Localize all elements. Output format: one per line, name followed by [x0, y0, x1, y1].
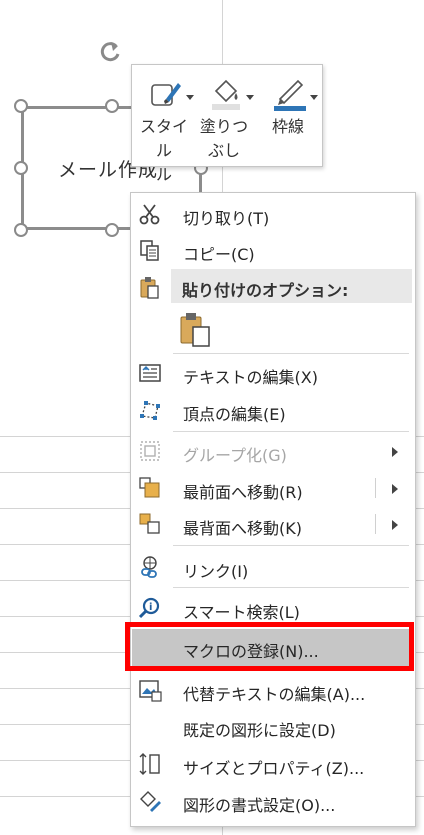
menu-item-group[interactable]: グループ化(G)	[132, 433, 414, 470]
menu-item-label: 既定の図形に設定(D)	[183, 721, 336, 740]
bring-to-front-icon	[139, 477, 160, 498]
alt-text-icon	[139, 680, 162, 702]
menu-item-alt-text[interactable]: 代替テキストの編集(A)...	[132, 672, 414, 709]
outline-button[interactable]: 枠線	[260, 71, 318, 163]
menu-item-format-shape[interactable]: 図形の書式設定(O)...	[132, 783, 414, 820]
svg-text:i: i	[149, 602, 152, 613]
menu-separator	[173, 353, 409, 354]
edit-points-icon	[140, 401, 160, 420]
group-icon	[140, 441, 160, 461]
submenu-arrow-icon[interactable]	[392, 484, 398, 494]
menu-item-label: 頂点の編集(E)	[183, 405, 286, 424]
menu-item-edit-points[interactable]: 頂点の編集(E)	[132, 392, 414, 429]
menu-separator	[173, 587, 409, 588]
link-icon	[141, 556, 157, 578]
pen-outline-icon	[274, 79, 306, 111]
clipboard-icon	[140, 277, 159, 299]
menu-separator	[173, 545, 409, 546]
split-divider	[375, 478, 376, 498]
menu-item-copy[interactable]: コピー(C)	[132, 232, 414, 269]
highlight-annotation	[125, 622, 414, 671]
menu-item-label: 切り取り(T)	[183, 209, 270, 228]
menu-item-cut[interactable]: 切り取り(T)	[132, 196, 414, 233]
outline-label: 枠線	[271, 117, 304, 136]
scissors-icon	[139, 204, 160, 225]
fill-button[interactable]: 塗りつ ぶし	[196, 71, 254, 163]
resize-handle-left[interactable]	[14, 161, 28, 175]
menu-item-label: サイズとプロパティ(Z)...	[183, 759, 365, 778]
context-menu: 切り取り(T) コピー(C) 貼り付けのオプション: テキストの編集(X) 頂点…	[130, 192, 416, 827]
menu-item-label: 図形の書式設定(O)...	[183, 796, 336, 815]
menu-item-send-to-back[interactable]: 最背面へ移動(K)	[132, 506, 414, 543]
menu-separator	[173, 431, 409, 432]
format-shape-icon	[140, 791, 161, 812]
paste-options-section: 貼り付けのオプション:	[171, 269, 412, 303]
split-divider	[375, 514, 376, 534]
menu-item-link[interactable]: リンク(I)	[132, 549, 414, 586]
submenu-arrow-icon	[392, 447, 398, 457]
resize-handle-bottom-left[interactable]	[14, 223, 28, 237]
menu-item-edit-text[interactable]: テキストの編集(X)	[132, 355, 414, 392]
shape-style-button[interactable]: スタイル ル	[136, 71, 194, 184]
shape-style-icon	[151, 83, 181, 106]
resize-handle-bottom[interactable]	[105, 223, 119, 237]
smart-lookup-icon: i	[138, 597, 160, 619]
menu-item-set-default-shape[interactable]: 既定の図形に設定(D)	[132, 708, 414, 745]
menu-item-label: 最前面へ移動(R)	[183, 483, 303, 502]
menu-item-label: スマート検索(L)	[183, 603, 300, 622]
copy-icon	[140, 240, 159, 261]
shape-style-label: スタイル ル	[139, 117, 188, 184]
paste-option-icon[interactable]	[179, 311, 215, 347]
menu-item-label: コピー(C)	[183, 245, 255, 264]
edit-text-icon	[139, 364, 161, 382]
resize-handle-top-left[interactable]	[14, 99, 28, 113]
chevron-down-icon	[310, 95, 318, 100]
paint-bucket-icon	[212, 79, 240, 110]
submenu-arrow-icon[interactable]	[392, 520, 398, 530]
menu-item-label: リンク(I)	[183, 562, 249, 581]
resize-handle-top[interactable]	[105, 99, 119, 113]
menu-item-bring-to-front[interactable]: 最前面へ移動(R)	[132, 470, 414, 507]
menu-item-label: テキストの編集(X)	[183, 368, 318, 387]
send-to-back-icon	[139, 513, 160, 534]
menu-item-size-properties[interactable]: サイズとプロパティ(Z)...	[132, 746, 414, 783]
paste-options-label: 貼り付けのオプション:	[182, 281, 349, 300]
size-properties-icon	[139, 753, 160, 775]
menu-item-label: 最背面へ移動(K)	[183, 519, 302, 538]
menu-item-label: 代替テキストの編集(A)...	[183, 685, 366, 704]
fill-label: 塗りつ ぶし	[199, 117, 249, 160]
chevron-down-icon	[186, 95, 194, 100]
chevron-down-icon	[246, 95, 254, 100]
menu-item-label: グループ化(G)	[183, 446, 287, 465]
mini-toolbar: スタイル ル 塗りつ ぶし 枠線	[131, 64, 323, 184]
rotate-handle-icon[interactable]	[96, 38, 124, 66]
